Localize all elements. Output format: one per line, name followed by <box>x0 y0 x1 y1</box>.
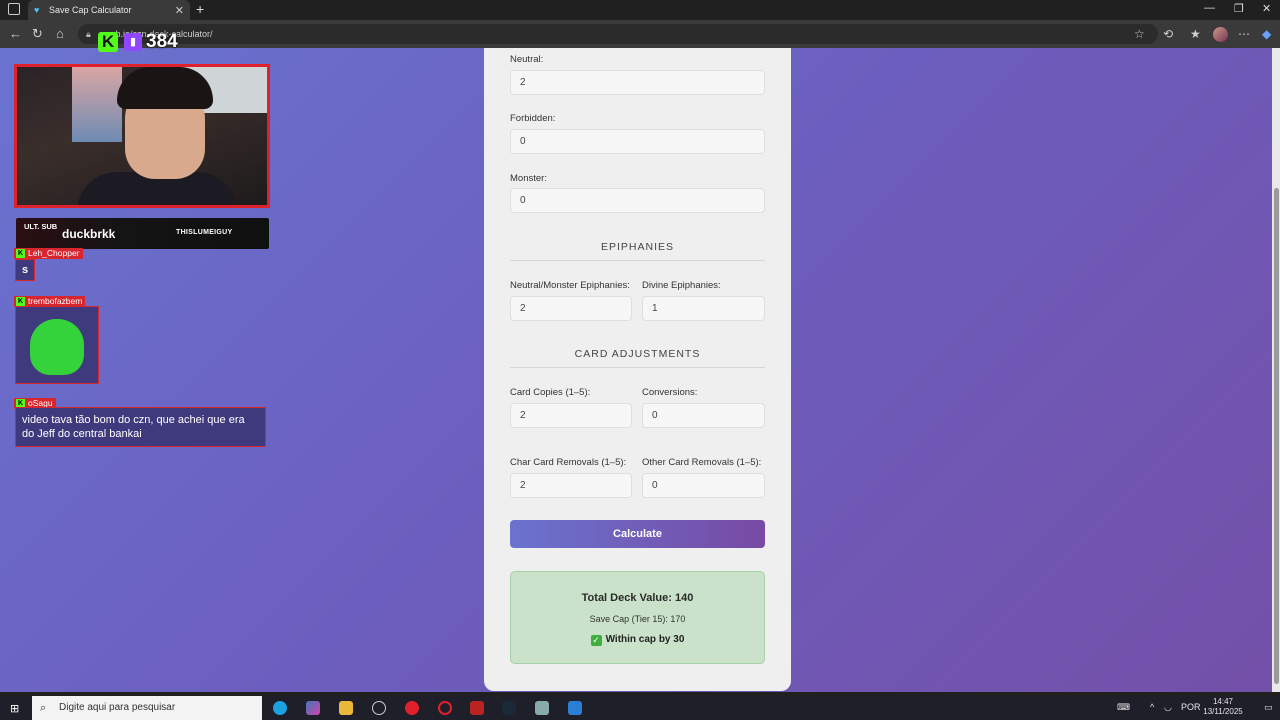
close-window-icon[interactable]: ✕ <box>1262 2 1271 15</box>
copilot-icon[interactable]: ◆ <box>1262 27 1271 41</box>
taskbar-search-placeholder: Digite aqui para pesquisar <box>59 702 176 713</box>
sub-badge: ULT. SUB <box>24 222 58 231</box>
divine-epiphanies-label: Divine Epiphanies: <box>642 280 721 291</box>
tab-favicon-icon: ♥ <box>34 4 40 15</box>
card-adjustments-heading: CARD ADJUSTMENTS <box>510 348 765 368</box>
notifications-icon[interactable]: ▭ <box>1264 702 1273 713</box>
more-menu-icon[interactable]: ⋯ <box>1238 27 1250 41</box>
game-icon[interactable] <box>535 701 549 715</box>
card-copies-input[interactable]: 2 <box>510 403 632 428</box>
card-copies-label: Card Copies (1–5): <box>510 387 591 398</box>
back-icon[interactable]: ← <box>9 26 22 41</box>
other-card-removals-input[interactable]: 0 <box>642 473 765 498</box>
chat-message-text: s <box>22 264 29 276</box>
taskbar: ⊞ ⌕ Digite aqui para pesquisar ⌨ ^ ◡ POR… <box>0 696 1280 720</box>
char-card-removals-label: Char Card Removals (1–5): <box>510 457 627 468</box>
check-icon: ✓ <box>590 635 602 646</box>
neutral-label: Neutral: <box>510 54 544 65</box>
tab-bar: ♥ Save Cap Calculator ✕ + — ❐ ✕ <box>0 0 1280 20</box>
url-field[interactable]: 🔒︎ ...nub.io/czn-deck-calculator/ <box>78 24 1158 44</box>
webcam-feed <box>14 64 270 208</box>
char-card-removals-input[interactable]: 2 <box>510 473 632 498</box>
obs-icon[interactable] <box>372 701 386 715</box>
conversions-label: Conversions: <box>642 387 698 398</box>
kick-logo-icon: K <box>98 32 118 52</box>
edge-icon[interactable] <box>273 701 287 715</box>
tab-close-icon[interactable]: ✕ <box>175 4 184 17</box>
streamer-hair <box>117 67 213 109</box>
chat-message-text: video tava tão bom do czn, que achei que… <box>22 414 245 440</box>
save-cap-text: Save Cap (Tier 15): 170 <box>589 614 686 624</box>
tab-title: Save Cap Calculator <box>49 5 132 15</box>
kick-badge-icon: K <box>16 249 25 258</box>
chat-message: video tava tão bom do czn, que achei que… <box>15 407 266 447</box>
twitch-logo-icon: ▮ <box>124 33 142 51</box>
favorites-icon[interactable]: ★ <box>1190 27 1201 41</box>
network-icon[interactable]: ◡ <box>1164 702 1172 713</box>
calculator-card: Neutral: 2 Forbidden: 0 Monster: 0 EPIPH… <box>484 48 791 691</box>
home-icon[interactable]: ⌂ <box>56 26 64 41</box>
forbidden-label: Forbidden: <box>510 113 556 124</box>
heart-eyes-emote-icon <box>30 319 84 375</box>
cap-status-text: Within cap by 30 <box>605 634 685 645</box>
refresh-icon[interactable]: ↻ <box>32 26 43 42</box>
sub-alert-bar: ULT. SUB duckbrkk THISLUMEIGUY <box>16 218 269 249</box>
calculate-button[interactable]: Calculate <box>510 520 765 548</box>
minimize-icon[interactable]: — <box>1204 2 1215 14</box>
chat-username: K Leh_Chopper <box>14 248 83 259</box>
forbidden-input[interactable]: 0 <box>510 129 765 154</box>
total-deck-value: Total Deck Value: 140 <box>581 592 694 604</box>
monster-input[interactable]: 0 <box>510 188 765 213</box>
result-panel: Total Deck Value: 140 Save Cap (Tier 15)… <box>510 571 765 664</box>
file-explorer-icon[interactable] <box>339 701 353 715</box>
extensions-icon[interactable]: ⟲ <box>1163 27 1173 41</box>
chat-message <box>15 306 99 384</box>
other-card-removals-label: Other Card Removals (1–5): <box>642 457 762 468</box>
opera-icon[interactable] <box>438 701 452 715</box>
scrollbar-thumb[interactable] <box>1274 188 1279 684</box>
app-icon[interactable] <box>568 701 582 715</box>
sub-brand: THISLUMEIGUY <box>176 229 233 236</box>
tray-chevron-icon[interactable]: ^ <box>1150 702 1154 712</box>
webcam-background-poster <box>72 67 122 142</box>
address-bar: ← ↻ ⌂ 🔒︎ ...nub.io/czn-deck-calculator/ … <box>0 20 1280 48</box>
sidebar-toggle-icon[interactable] <box>8 3 20 15</box>
clock-time: 14:47 <box>1212 697 1234 706</box>
search-icon: ⌕ <box>40 702 47 714</box>
taskbar-search[interactable]: ⌕ Digite aqui para pesquisar <box>32 696 262 720</box>
conversions-input[interactable]: 0 <box>642 403 765 428</box>
lock-icon: 🔒︎ <box>86 29 91 39</box>
restore-icon[interactable]: ❐ <box>1234 2 1244 15</box>
divine-epiphanies-input[interactable]: 1 <box>642 296 765 321</box>
neutral-monster-epiphanies-input[interactable]: 2 <box>510 296 632 321</box>
profile-avatar[interactable] <box>1213 27 1228 42</box>
new-tab-icon[interactable]: + <box>196 1 204 17</box>
language-indicator[interactable]: POR <box>1181 702 1201 712</box>
monster-label: Monster: <box>510 173 547 184</box>
clock-date: 13/11/2025 <box>1203 707 1243 716</box>
app-icon[interactable] <box>470 701 484 715</box>
browser-tab[interactable]: ♥ Save Cap Calculator ✕ <box>28 0 190 20</box>
media-player-icon[interactable] <box>405 701 419 715</box>
neutral-monster-epiphanies-label: Neutral/Monster Epiphanies: <box>510 280 630 291</box>
keyboard-icon[interactable]: ⌨ <box>1117 702 1130 713</box>
windows-start-icon[interactable]: ⊞ <box>10 702 19 715</box>
clock[interactable]: 14:47 13/11/2025 <box>1199 697 1247 717</box>
chat-message: s <box>15 259 35 281</box>
favorite-star-icon[interactable]: ☆ <box>1134 27 1145 41</box>
steam-icon[interactable] <box>502 701 516 715</box>
kick-badge-icon: K <box>16 297 25 306</box>
sub-username: duckbrkk <box>62 227 116 241</box>
epiphanies-heading: EPIPHANIES <box>510 241 765 261</box>
cap-status: ✓ Within cap by 30 <box>511 634 764 646</box>
viewer-count: 384 <box>146 31 178 52</box>
neutral-input[interactable]: 2 <box>510 70 765 95</box>
copilot-app-icon[interactable] <box>306 701 320 715</box>
